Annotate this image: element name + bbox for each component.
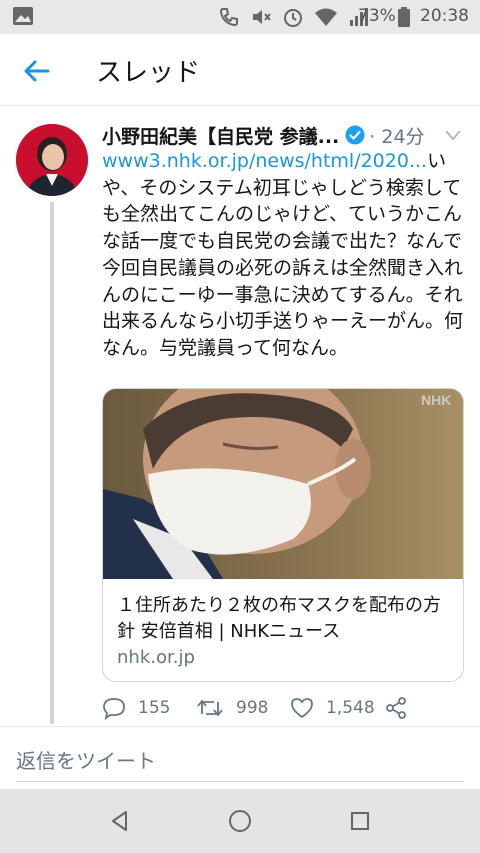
alarm-icon [284,9,302,27]
status-icons [218,5,370,29]
thread-line [50,202,54,724]
reply-bar: 返信をツイート [0,726,480,788]
card-image: NHK [103,389,463,579]
gallery-icon [13,7,33,25]
clock: 20:38 [420,6,469,26]
back-arrow-icon[interactable] [22,56,52,86]
app-header: スレッド [0,34,480,106]
reply-button[interactable]: 155 [102,694,170,722]
phone-icon [219,8,238,27]
reply-icon [103,698,125,720]
verified-badge-icon [345,125,365,145]
retweet-button[interactable]: 998 [196,694,268,722]
card-title: １住所あたり２枚の布マスクを配布の方針 安倍首相 | NHKニュース [117,595,441,642]
reply-underline [16,781,464,782]
nav-back-icon[interactable] [106,807,134,835]
status-bar: 73% 20:38 [0,0,480,34]
wifi-icon [315,8,337,26]
battery-percent: 73% [358,6,396,26]
avatar[interactable] [16,124,88,196]
tweet-header: 小野田紀美【自民党 参議... · 24分 [102,120,472,150]
share-icon [386,697,406,719]
tweet-time: · 24分 [369,125,425,148]
tweet-text: www3.nhk.or.jp/news/html/2020...いや、そのシステ… [102,148,468,362]
link-card[interactable]: NHK １住所あたり２枚の布マスクを配布の方針 安倍首相 | NHKニュース n… [102,388,464,682]
like-button[interactable]: 1,548 [290,694,375,722]
card-domain: nhk.or.jp [117,647,195,668]
system-nav-bar [0,789,480,853]
mute-icon [253,10,271,24]
retweet-icon [197,699,223,717]
like-count: 1,548 [326,698,375,718]
avatar-image [16,124,88,196]
nav-home-icon[interactable] [226,807,254,835]
nav-recents-icon[interactable] [346,807,374,835]
author-name[interactable]: 小野田紀美【自民党 参議... [102,122,339,149]
tweet-actions: 155 998 1,548 [102,694,472,722]
nhk-watermark: NHK [421,392,451,408]
tweet-body: いや、そのシステム初耳じゃしどう検索しても全然出てこんのじゃけど、ていうかこんな… [102,150,464,359]
battery-icon [398,7,410,27]
chevron-down-icon[interactable] [444,128,462,142]
reply-input[interactable]: 返信をツイート [16,745,156,774]
reply-count: 155 [138,698,171,718]
retweet-count: 998 [236,698,269,718]
page-title: スレッド [96,58,201,88]
heart-icon [291,698,313,719]
share-button[interactable] [384,694,408,722]
tweet-link[interactable]: www3.nhk.or.jp/news/html/2020... [102,150,427,172]
